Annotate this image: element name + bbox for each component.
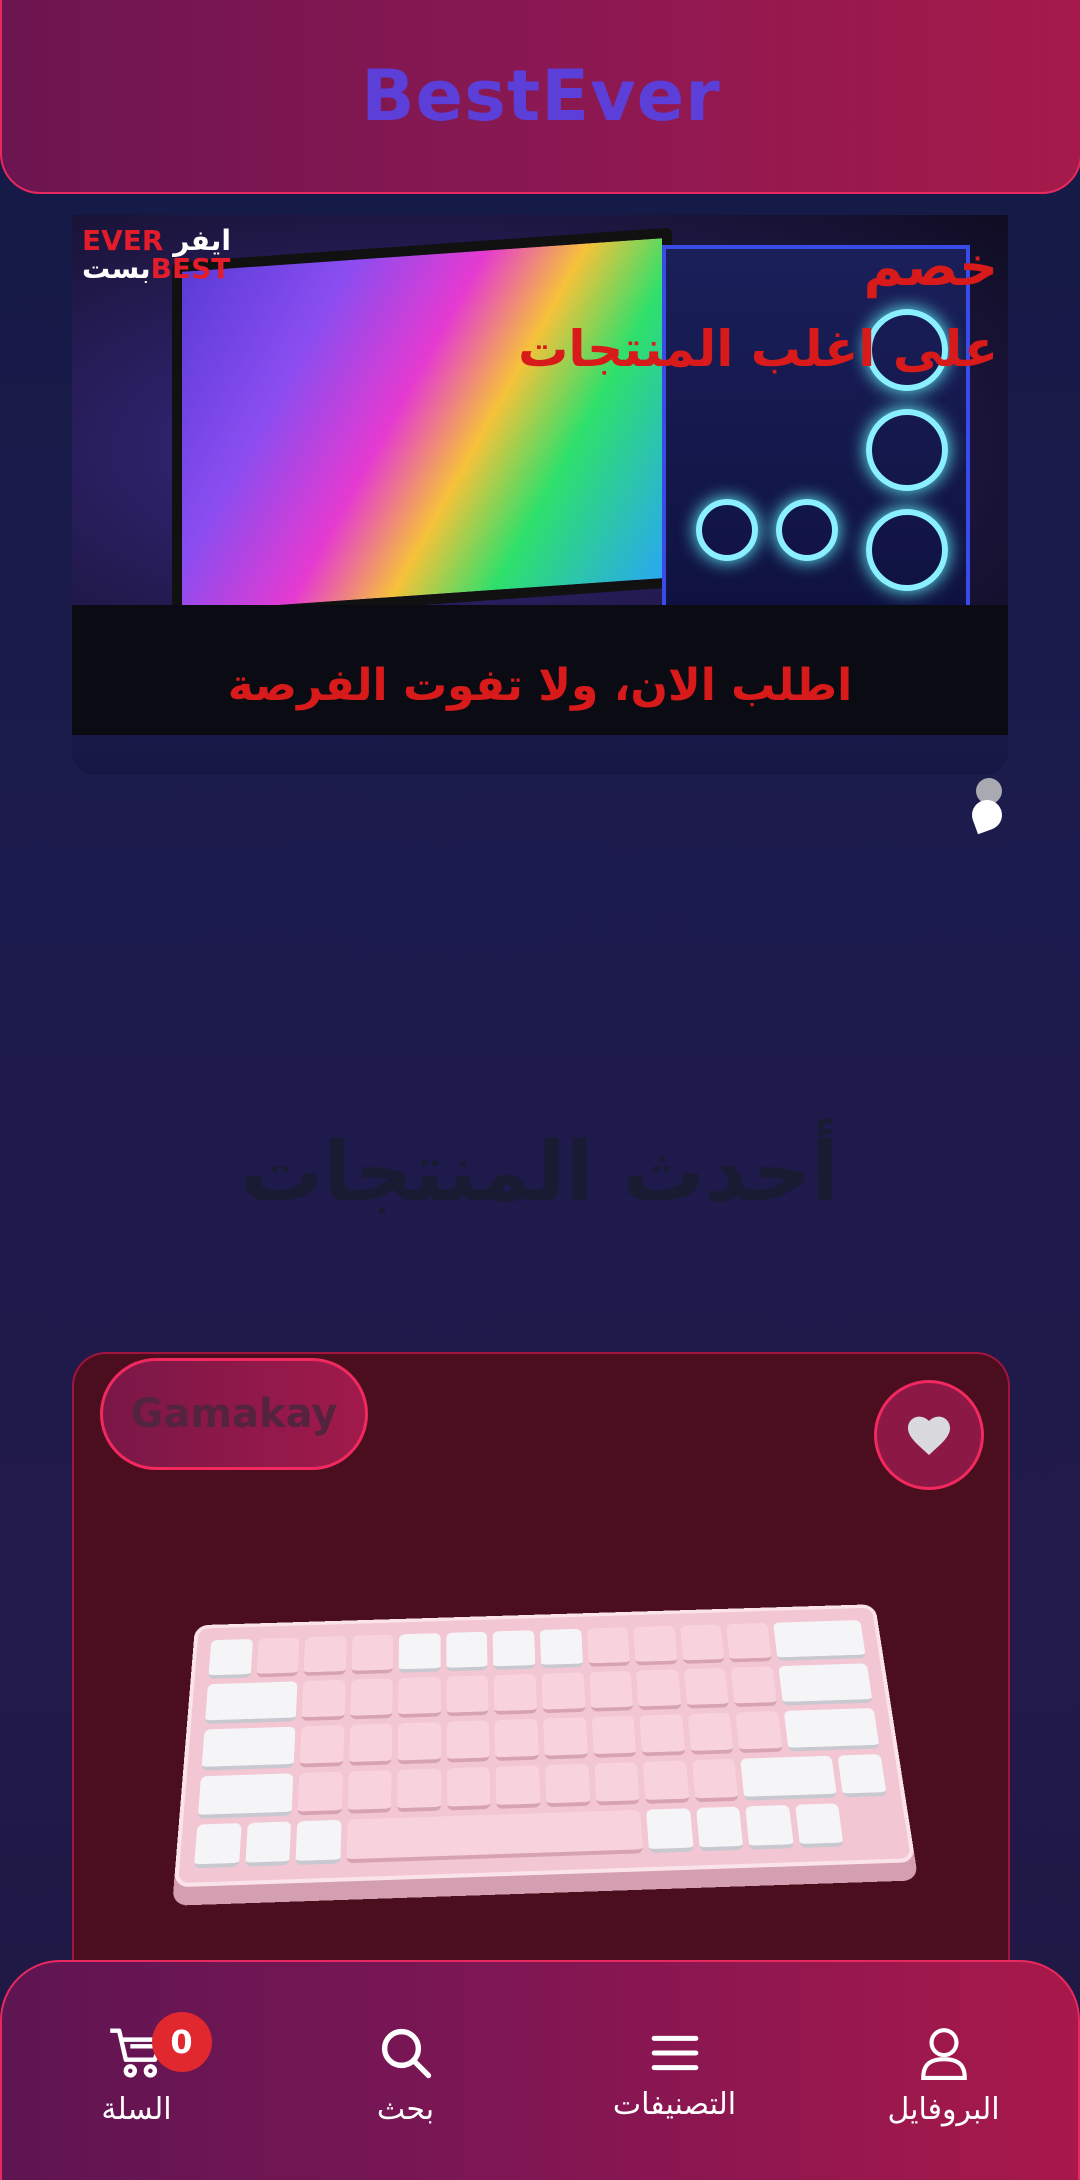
- everbest-logo: EVER ايفر بستBEST: [82, 224, 231, 285]
- nav-categories-label: التصنيفات: [612, 2086, 737, 2122]
- nav-categories[interactable]: التصنيفات: [560, 2031, 790, 2122]
- menu-icon: [651, 2035, 698, 2070]
- nav-profile[interactable]: البروفايل: [829, 2026, 1059, 2127]
- nav-profile-label: البروفايل: [887, 2091, 1000, 2127]
- promo-subtitle: على اغلب المنتجات: [518, 320, 998, 378]
- product-card[interactable]: Gamakay: [72, 1352, 1010, 1974]
- favorite-button[interactable]: [874, 1380, 984, 1490]
- product-image-keyboard: [173, 1604, 916, 1888]
- promo-cta-text: اطلب الان، ولا تفوت الفرصة: [227, 660, 853, 711]
- banner-monitor-graphic: [172, 227, 672, 623]
- carousel-indicator-active[interactable]: [967, 795, 1007, 835]
- nav-cart-label: السلة: [101, 2091, 172, 2127]
- bottom-navigation: البروفايل التصنيفات بحث 0 السلة: [0, 1960, 1080, 2180]
- fan-graphic: [866, 509, 948, 591]
- banner-pc-case-graphic: [662, 245, 970, 613]
- brand-title: BestEver: [361, 55, 721, 137]
- product-brand-label: Gamakay: [130, 1391, 338, 1437]
- nav-cart[interactable]: 0 السلة: [22, 2011, 252, 2127]
- search-icon: [381, 2028, 431, 2078]
- banner-footer-strip: [72, 735, 1008, 775]
- section-title: أحدث المنتجات: [240, 1125, 840, 1220]
- fan-graphic: [866, 409, 948, 491]
- heart-icon: [908, 1416, 950, 1455]
- app-header: BestEver: [0, 0, 1080, 194]
- fan-graphic: [776, 499, 838, 561]
- nav-search[interactable]: بحث: [291, 2026, 521, 2127]
- user-icon: [920, 2027, 967, 2080]
- cart-count-badge: 0: [151, 2011, 212, 2072]
- product-brand-pill[interactable]: Gamakay: [100, 1358, 368, 1470]
- fan-graphic: [696, 499, 758, 561]
- promo-banner[interactable]: EVER ايفر بستBEST خصم على اغلب المنتجات …: [72, 215, 1008, 735]
- promo-title: خصم: [863, 235, 998, 298]
- nav-search-label: بحث: [376, 2091, 435, 2127]
